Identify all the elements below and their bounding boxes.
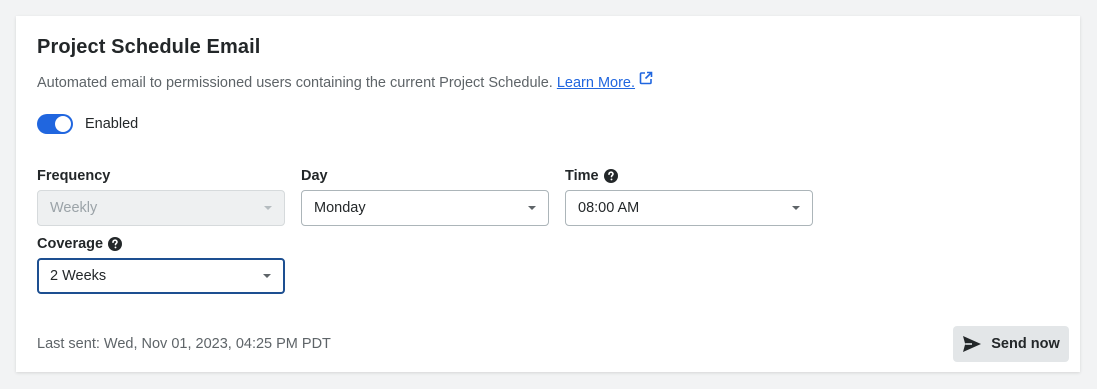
- external-link-icon[interactable]: [639, 71, 653, 85]
- help-circle-icon[interactable]: [603, 169, 618, 183]
- coverage-value: 2 Weeks: [50, 268, 107, 284]
- last-sent-text: Last sent: Wed, Nov 01, 2023, 04:25 PM P…: [37, 336, 331, 352]
- frequency-label: Frequency: [37, 168, 110, 184]
- enabled-toggle-row: Enabled: [37, 114, 138, 134]
- card-description: Automated email to permissioned users co…: [37, 71, 653, 91]
- caret-down-icon: [792, 206, 800, 210]
- schedule-email-card: Project Schedule Email Automated email t…: [16, 16, 1080, 372]
- card-title: Project Schedule Email: [37, 36, 261, 58]
- coverage-select[interactable]: 2 Weeks: [37, 258, 285, 294]
- caret-down-icon: [528, 206, 536, 210]
- learn-more-link[interactable]: Learn More.: [557, 75, 635, 91]
- caret-down-icon: [264, 206, 272, 210]
- learn-more-label: Learn More.: [556, 75, 636, 91]
- frequency-value: Weekly: [50, 200, 98, 216]
- coverage-label: Coverage: [37, 236, 123, 252]
- paper-plane-icon: [963, 336, 982, 352]
- day-label: Day: [301, 168, 328, 184]
- send-now-label: Send now: [991, 336, 1060, 352]
- send-now-button[interactable]: Send now: [953, 326, 1069, 362]
- time-value: 08:00 AM: [578, 200, 640, 216]
- day-value: Monday: [314, 200, 366, 216]
- enabled-toggle[interactable]: [37, 114, 73, 134]
- frequency-label-text: Frequency: [37, 168, 111, 184]
- frequency-select: Weekly: [37, 190, 285, 226]
- day-label-text: Day: [301, 168, 328, 184]
- time-select[interactable]: 08:00 AM: [565, 190, 813, 226]
- help-circle-icon[interactable]: [108, 237, 123, 251]
- day-select[interactable]: Monday: [301, 190, 549, 226]
- caret-down-icon: [263, 274, 271, 278]
- description-text: Automated email to permissioned users co…: [37, 75, 553, 91]
- time-label: Time: [565, 168, 618, 184]
- toggle-knob: [55, 116, 71, 132]
- coverage-label-text: Coverage: [37, 236, 104, 252]
- enabled-label: Enabled: [85, 116, 139, 132]
- time-label-text: Time: [565, 168, 599, 184]
